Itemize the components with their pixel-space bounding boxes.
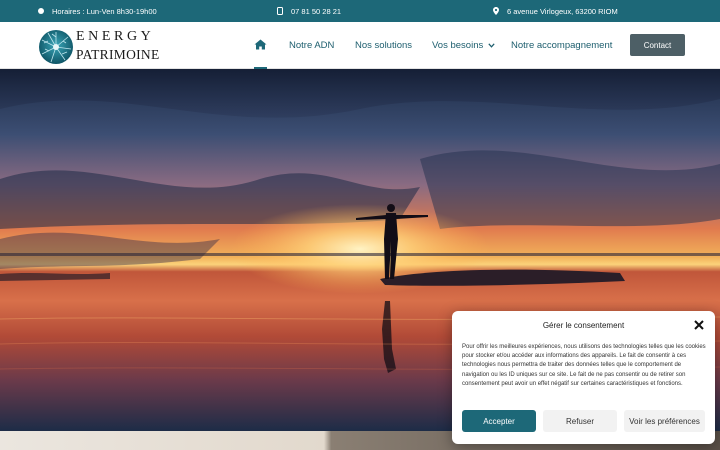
map-pin-icon bbox=[493, 7, 499, 15]
chevron-down-icon bbox=[488, 43, 495, 48]
phone-icon bbox=[277, 7, 283, 15]
nav-vos-besoins[interactable]: Vos besoins bbox=[432, 22, 495, 69]
logo-text-patrimoine: PATRIMOINE bbox=[76, 47, 160, 62]
accept-button[interactable]: Accepter bbox=[462, 410, 536, 432]
site-logo[interactable]: ENERGY PATRIMOINE bbox=[38, 27, 160, 65]
nav-vos-besoins-label: Vos besoins bbox=[432, 40, 484, 51]
close-icon[interactable] bbox=[694, 320, 704, 330]
nav-notre-adn[interactable]: Notre ADN bbox=[289, 22, 334, 69]
nav-nos-solutions-label: Nos solutions bbox=[355, 40, 413, 51]
address-info: 6 avenue Virlogeux, 63200 RIOM bbox=[493, 0, 618, 22]
hours-info: Horaires : Lun-Ven 8h30-19h00 bbox=[38, 0, 157, 22]
contact-button[interactable]: Contact bbox=[630, 34, 685, 56]
clock-icon bbox=[38, 8, 44, 14]
nav-home[interactable] bbox=[254, 22, 267, 69]
home-icon bbox=[254, 39, 267, 50]
top-info-bar: Horaires : Lun-Ven 8h30-19h00 07 81 50 2… bbox=[0, 0, 720, 22]
logo-emblem-icon bbox=[39, 30, 73, 64]
nav-notre-accompagnement-label: Notre accompagnement bbox=[511, 40, 613, 51]
nav-notre-accompagnement[interactable]: Notre accompagnement bbox=[511, 22, 612, 69]
view-preferences-button[interactable]: Voir les préférences bbox=[624, 410, 705, 432]
nav-nos-solutions[interactable]: Nos solutions bbox=[355, 22, 412, 69]
phone-info[interactable]: 07 81 50 28 21 bbox=[277, 0, 341, 22]
nav-notre-adn-label: Notre ADN bbox=[289, 40, 335, 51]
hours-text: Horaires : Lun-Ven 8h30-19h00 bbox=[52, 6, 157, 16]
consent-body-text: Pour offrir les meilleures expériences, … bbox=[462, 344, 706, 387]
address-text: 6 avenue Virlogeux, 63200 RIOM bbox=[507, 6, 618, 16]
phone-text[interactable]: 07 81 50 28 21 bbox=[291, 7, 341, 16]
logo-text-energy: ENERGY bbox=[76, 29, 155, 44]
cookie-consent-dialog: Gérer le consentement Pour offrir les me… bbox=[452, 311, 715, 444]
consent-title: Gérer le consentement bbox=[542, 321, 625, 330]
refuse-button[interactable]: Refuser bbox=[543, 410, 617, 432]
site-header: ENERGY PATRIMOINE Notre ADN Nos solution… bbox=[0, 22, 720, 69]
